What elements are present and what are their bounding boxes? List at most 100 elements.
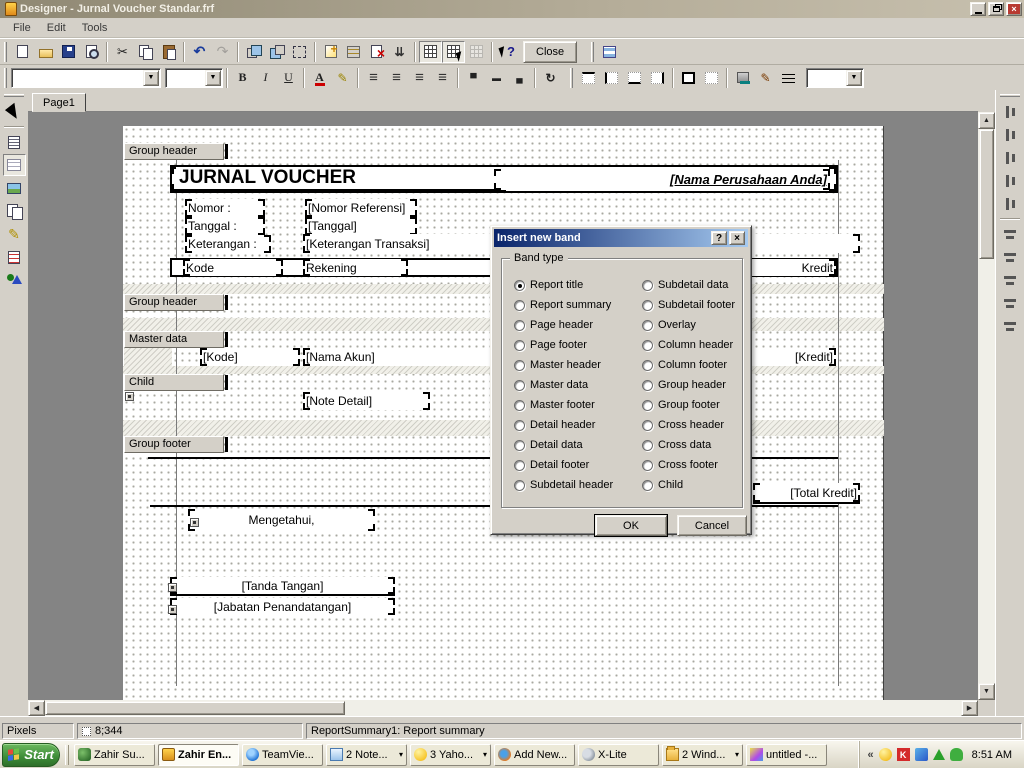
taskbar-button[interactable]: 3 Yaho...▾ [410, 744, 491, 766]
band-type-option-cross-data[interactable]: Cross data [642, 435, 735, 455]
band-type-option-page-footer[interactable]: Page footer [514, 335, 613, 355]
yahoo-messenger-icon[interactable] [879, 748, 892, 761]
snap-to-grid-button[interactable] [442, 41, 465, 63]
band-type-option-column-header[interactable]: Column header [642, 335, 735, 355]
text-object-button[interactable] [3, 131, 26, 153]
band-type-option-group-footer[interactable]: Group footer [642, 395, 735, 415]
object-anchor-marker[interactable] [190, 518, 199, 527]
field-nomor-referensi[interactable]: [Nomor Referensi] [305, 199, 417, 217]
cut-button[interactable] [111, 41, 134, 63]
tab-page1[interactable]: Page1 [32, 93, 86, 112]
band-type-option-page-header[interactable]: Page header [514, 315, 613, 335]
font-color-button[interactable] [308, 67, 331, 89]
insert-object-button[interactable] [319, 41, 342, 63]
valign-top-button[interactable] [462, 67, 485, 89]
column-header-kode[interactable]: Kode [183, 259, 283, 276]
band-type-option-master-header[interactable]: Master header [514, 355, 613, 375]
ok-button[interactable]: OK [595, 515, 667, 536]
help-pointer-button[interactable] [496, 41, 519, 63]
dropdown-arrow-icon[interactable]: ▾ [483, 750, 487, 759]
group-select-button[interactable] [288, 41, 311, 63]
field-total-kredit[interactable]: [Total Kredit] [753, 483, 860, 504]
chevron-down-icon[interactable]: ▼ [205, 70, 221, 86]
draw-object-button[interactable] [3, 223, 26, 245]
taskbar-button[interactable]: 2 Note...▾ [326, 744, 407, 766]
taskbar-button[interactable]: X-Lite [578, 744, 659, 766]
report-title-text[interactable]: JURNAL VOUCHER [176, 167, 506, 191]
center-vertical-band-button[interactable] [999, 315, 1022, 337]
richtext-object-button[interactable] [3, 246, 26, 268]
align-vertical-centers-button[interactable] [999, 246, 1022, 268]
field-kode[interactable]: [Kode] [200, 348, 300, 366]
field-tanggal[interactable]: [Tanggal] [305, 217, 417, 235]
align-horizontal-centers-button[interactable] [999, 124, 1022, 146]
undo-button[interactable] [188, 41, 211, 63]
align-tops-button[interactable] [999, 223, 1022, 245]
band-type-option-master-data[interactable]: Master data [514, 375, 613, 395]
align-right-button[interactable] [408, 67, 431, 89]
scroll-down-button[interactable]: ▼ [978, 683, 995, 700]
frame-color-button[interactable] [754, 67, 777, 89]
band-header-child[interactable]: Child [124, 374, 224, 391]
band-header-group-header[interactable]: Group header [124, 294, 224, 311]
dialog-help-button[interactable]: ? [711, 231, 727, 245]
insert-band-button[interactable] [342, 41, 365, 63]
rotate-button[interactable] [539, 67, 562, 89]
field-note-detail[interactable]: [Note Detail] [303, 392, 430, 410]
toolbar-grip[interactable] [4, 68, 7, 88]
align-justify-button[interactable] [431, 67, 454, 89]
object-anchor-marker[interactable] [168, 583, 177, 592]
band-type-option-cross-header[interactable]: Cross header [642, 415, 735, 435]
band-type-option-report-title[interactable]: Report title [514, 275, 613, 295]
toolbar-grip[interactable] [1000, 94, 1020, 97]
band-header-master-data[interactable]: Master data [124, 331, 224, 348]
chevron-down-icon[interactable]: ▼ [846, 70, 862, 86]
open-file-button[interactable] [34, 41, 57, 63]
band-type-option-subdetail-footer[interactable]: Subdetail footer [642, 295, 735, 315]
font-size-combo[interactable]: ▼ [165, 68, 223, 88]
bold-button[interactable] [231, 67, 254, 89]
scroll-up-button[interactable]: ▲ [978, 112, 995, 129]
taskbar-button[interactable]: TeamVie... [242, 744, 323, 766]
align-bottoms-button[interactable] [999, 292, 1022, 314]
label-tanggal[interactable]: Tanggal : [185, 217, 265, 235]
label-keterangan[interactable]: Keterangan : [185, 235, 271, 253]
band-object-button[interactable] [3, 154, 26, 176]
frame-width-combo[interactable]: ▼ [806, 68, 864, 88]
frame-style-button[interactable] [777, 67, 800, 89]
highlight-button[interactable] [331, 67, 354, 89]
taskbar-button[interactable]: Add New... [494, 744, 575, 766]
field-tanda-tangan[interactable]: [Tanda Tangan] [170, 577, 395, 596]
italic-button[interactable] [254, 67, 277, 89]
dialog-close-button[interactable]: × [729, 231, 745, 245]
object-anchor-marker[interactable] [125, 392, 134, 401]
start-button[interactable]: Start [2, 743, 60, 767]
redo-button[interactable] [211, 41, 234, 63]
toolbar-grip[interactable] [4, 94, 24, 97]
minimize-button[interactable] [970, 2, 986, 16]
taskbar-button[interactable]: Zahir En... [158, 744, 239, 766]
band-header-group-header[interactable]: Group header [124, 143, 224, 160]
valign-bottom-button[interactable] [508, 67, 531, 89]
band-type-option-detail-data[interactable]: Detail data [514, 435, 613, 455]
insert-fields-button[interactable] [388, 41, 411, 63]
align-left-edges-button[interactable] [999, 101, 1022, 123]
band-type-option-column-footer[interactable]: Column footer [642, 355, 735, 375]
band-type-option-master-footer[interactable]: Master footer [514, 395, 613, 415]
dropdown-arrow-icon[interactable]: ▾ [735, 750, 739, 759]
toolbar-grip[interactable] [591, 42, 594, 62]
taskbar-button[interactable]: untitled -... [746, 744, 827, 766]
band-type-option-group-header[interactable]: Group header [642, 375, 735, 395]
label-mengetahui[interactable]: Mengetahui, [188, 509, 375, 531]
taskbar-button[interactable]: Zahir Su... [74, 744, 155, 766]
fill-color-button[interactable] [731, 67, 754, 89]
space-horizontally-button[interactable] [999, 147, 1022, 169]
label-nomor[interactable]: Nomor : [185, 199, 265, 217]
menu-edit[interactable]: Edit [40, 20, 73, 36]
toolbar-grip[interactable] [4, 42, 7, 62]
grid-button[interactable] [419, 41, 442, 63]
new-file-button[interactable] [11, 41, 34, 63]
frame-none-button[interactable] [700, 67, 723, 89]
menu-file[interactable]: File [6, 20, 38, 36]
underline-button[interactable] [277, 67, 300, 89]
